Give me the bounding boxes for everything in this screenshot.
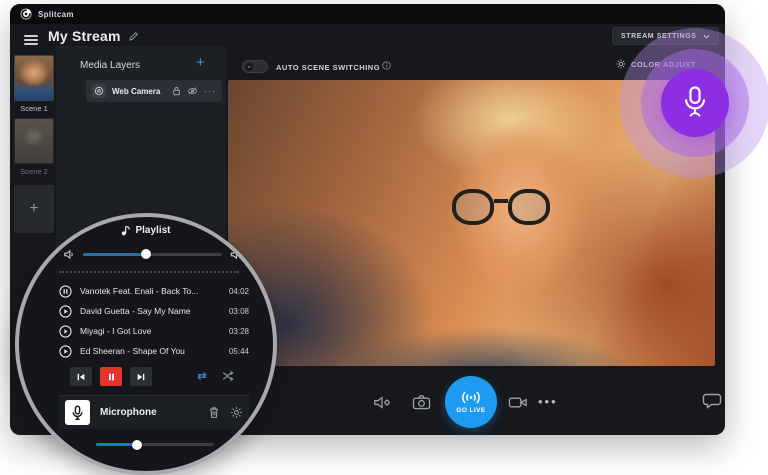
scene-2-label: Scene 2 (10, 167, 58, 176)
video-subject (452, 189, 560, 229)
splitcam-logo-icon (20, 8, 32, 20)
previous-track-button[interactable] (70, 367, 92, 386)
scene-1-label: Scene 1 (10, 104, 58, 113)
shuffle-icon[interactable] (221, 370, 235, 382)
playlist-progress-ticks (59, 271, 239, 273)
page-title: My Stream (48, 28, 121, 44)
gear-icon[interactable] (230, 406, 243, 419)
scene-1-thumbnail[interactable] (14, 55, 54, 101)
speaker-settings-icon[interactable] (372, 394, 392, 411)
webcam-layer-icon (92, 84, 106, 98)
microphone-source-icon (65, 400, 90, 425)
microphone-label: Microphone (100, 407, 198, 418)
play-circle-icon[interactable] (59, 345, 72, 358)
trash-icon[interactable] (208, 406, 220, 419)
visibility-off-icon[interactable] (187, 86, 198, 96)
microphone-row[interactable]: Microphone (59, 395, 249, 429)
microphone-icon (680, 85, 710, 121)
playlist-title: Playlist (19, 225, 273, 236)
color-adjust-label: COLOR ADJUST (631, 60, 696, 69)
titlebar: Splitcam (10, 4, 725, 24)
layer-name: Web Camera (112, 87, 166, 96)
track-row-4[interactable]: Ed Sheeran - Shape Of You 05:44 (59, 341, 249, 361)
playlist-overlay: Playlist Vanotek Feat. Enali - Back To..… (15, 213, 277, 475)
video-preview (228, 80, 715, 366)
app-title: Splitcam (38, 10, 74, 19)
microphone-callout-button[interactable] (661, 69, 729, 137)
repeat-icon[interactable] (195, 370, 209, 382)
more-options-icon[interactable]: ••• (538, 394, 558, 409)
track-row-2[interactable]: David Guetta - Say My Name 03:08 (59, 301, 249, 321)
next-track-button[interactable] (130, 367, 152, 386)
menu-icon[interactable] (24, 35, 38, 45)
volume-slider-knob[interactable] (141, 249, 151, 259)
chat-icon[interactable] (702, 392, 722, 410)
volume-high-icon[interactable] (230, 249, 243, 260)
auto-scene-switching-label: AUTO SCENE SWITCHING (276, 63, 380, 72)
music-note-icon (121, 225, 130, 236)
snapshot-camera-icon[interactable] (412, 394, 431, 410)
stream-settings-button[interactable]: STREAM SETTINGS (612, 27, 719, 45)
chevron-down-icon (703, 34, 710, 39)
broadcast-icon (460, 390, 482, 405)
lock-icon[interactable] (172, 86, 181, 96)
add-layer-button[interactable]: + (196, 54, 205, 71)
media-layers-title: Media Layers (80, 60, 140, 71)
play-circle-icon[interactable] (59, 305, 72, 318)
brightness-icon (616, 59, 626, 69)
pause-circle-icon[interactable] (59, 285, 72, 298)
layer-more-icon[interactable]: ··· (204, 86, 216, 96)
auto-scene-switching-toggle[interactable] (242, 60, 268, 73)
go-live-label: GO LIVE (456, 407, 485, 414)
edit-title-icon[interactable] (128, 31, 139, 42)
info-icon[interactable] (382, 61, 391, 70)
pause-button[interactable] (100, 367, 122, 386)
stream-settings-label: STREAM SETTINGS (621, 33, 697, 40)
track-row-3[interactable]: Miyagi - I Got Love 03:28 (59, 321, 249, 341)
color-adjust-button[interactable]: COLOR ADJUST (616, 59, 696, 69)
mic-slider-knob[interactable] (132, 440, 142, 450)
microphone-volume-slider[interactable] (96, 440, 214, 450)
video-camera-icon[interactable] (508, 395, 528, 410)
go-live-button[interactable]: GO LIVE (445, 376, 497, 428)
scene-2-thumbnail[interactable] (14, 118, 54, 164)
track-row-1[interactable]: Vanotek Feat. Enali - Back To... 04:02 (59, 281, 249, 301)
playlist-volume (63, 247, 243, 261)
play-circle-icon[interactable] (59, 325, 72, 338)
volume-low-icon[interactable] (63, 249, 75, 260)
playlist-volume-slider[interactable] (83, 253, 222, 256)
layer-row-webcam[interactable]: Web Camera ··· (86, 80, 222, 102)
